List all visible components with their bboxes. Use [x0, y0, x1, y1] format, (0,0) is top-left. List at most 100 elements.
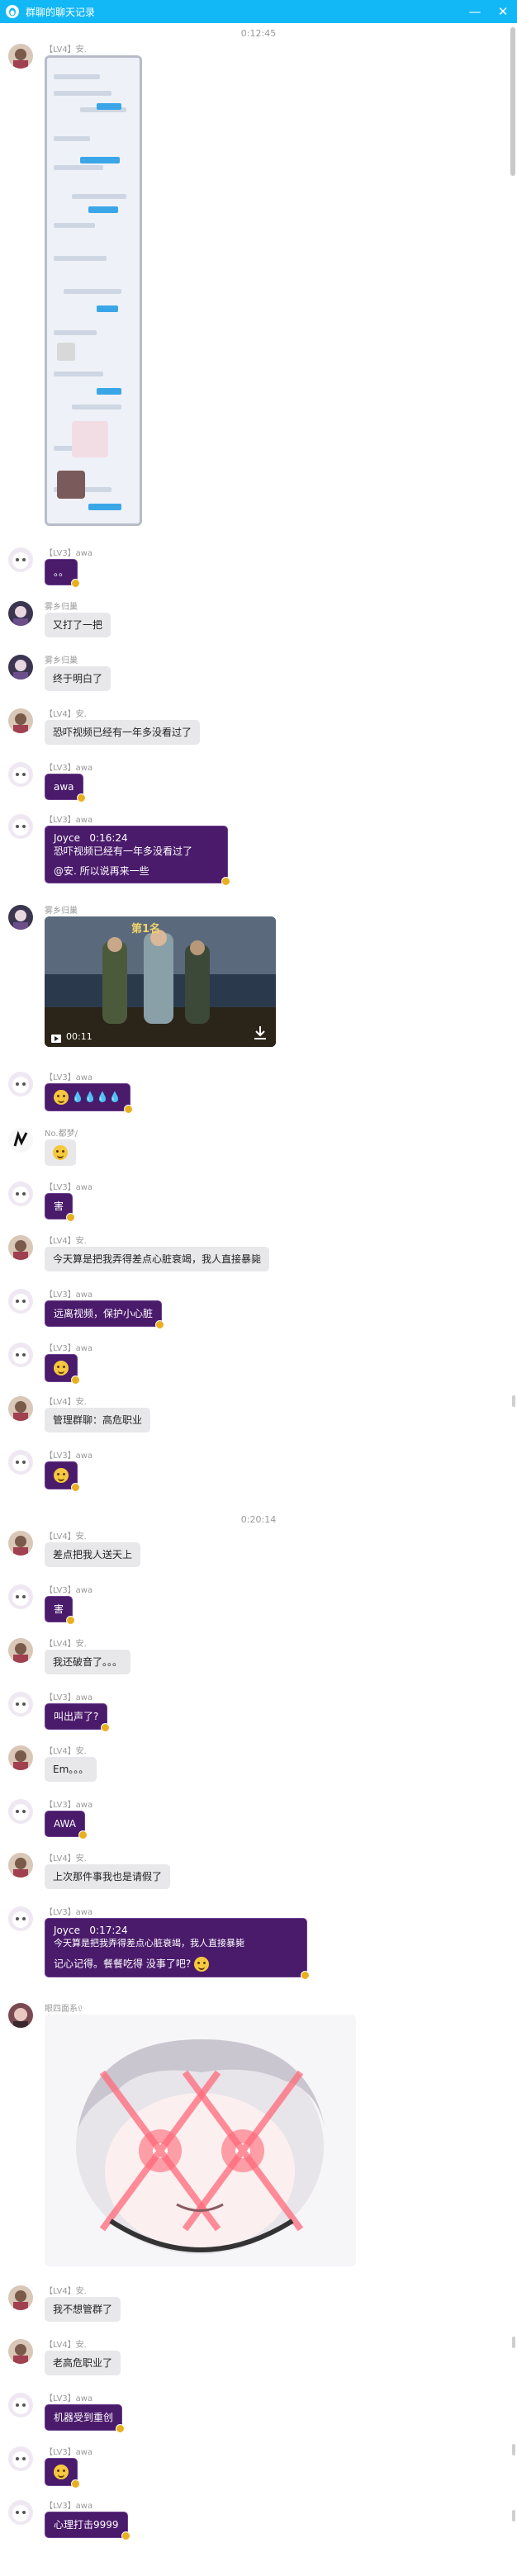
- avatar[interactable]: [8, 2446, 33, 2471]
- video-banner-text: 第1名: [131, 923, 161, 935]
- message-bubble[interactable]: 终于明白了: [45, 666, 111, 691]
- emoji-face-icon: [54, 1468, 69, 1483]
- scrollbar-thumb[interactable]: [510, 27, 515, 176]
- window-titlebar: 群聊的聊天记录 — ✕: [0, 0, 517, 23]
- avatar[interactable]: [8, 1396, 33, 1421]
- message-bubble[interactable]: 机器受到重创: [45, 2404, 126, 2433]
- sender-name: 【LV4】安.: [45, 710, 87, 719]
- avatar[interactable]: [8, 1584, 33, 1609]
- avatar[interactable]: [8, 547, 33, 572]
- quote-reply-bubble[interactable]: Joyce 0:16:24 恐吓视频已经有一年多没看过了 @安. 所以说再来一些: [45, 826, 230, 886]
- message-bubble[interactable]: 心理打击9999: [45, 2512, 130, 2540]
- message-bubble[interactable]: 我还破音了。。。: [45, 1650, 131, 1674]
- avatar[interactable]: [8, 1692, 33, 1717]
- video-message[interactable]: 第1名 00:11: [45, 916, 276, 1047]
- sender-name: No.都梦/: [45, 1129, 78, 1139]
- quoted-text: 今天算是把我弄得差点心脏衰竭，我人直接暴毙: [54, 1938, 244, 1949]
- video-duration: 00:11: [66, 1031, 92, 1042]
- avatar[interactable]: [8, 2393, 33, 2417]
- chat-screenshot-image[interactable]: [45, 55, 142, 526]
- quote-reply-bubble[interactable]: Joyce 0:17:24 今天算是把我弄得差点心脏衰竭，我人直接暴毙 记心记得…: [45, 1918, 310, 1980]
- avatar[interactable]: [8, 601, 33, 626]
- avatar[interactable]: [8, 1638, 33, 1663]
- avatar[interactable]: [8, 814, 33, 839]
- quote-header: Joyce 0:16:24: [54, 832, 128, 844]
- avatar[interactable]: [8, 2285, 33, 2310]
- message-bubble[interactable]: 远离视频，保护小心脏: [45, 1300, 165, 1329]
- play-icon[interactable]: [51, 1031, 61, 1043]
- scroll-marker: [512, 2510, 515, 2522]
- message-bubble[interactable]: 上次那件事我也是请假了: [45, 1864, 171, 1889]
- avatar[interactable]: [8, 905, 33, 930]
- scrollbar[interactable]: [510, 25, 516, 2573]
- message-bubble[interactable]: [45, 1354, 80, 1385]
- avatar[interactable]: [8, 1342, 33, 1367]
- message-bubble[interactable]: awa: [45, 774, 86, 803]
- sender-name: 【LV3】awa: [45, 764, 93, 773]
- avatar[interactable]: [8, 1853, 33, 1878]
- message-bubble[interactable]: 又打了一把: [45, 613, 111, 637]
- avatar[interactable]: [8, 2003, 33, 2028]
- minimize-icon[interactable]: —: [461, 0, 489, 23]
- message-bubble[interactable]: 恐吓视频已经有一年多没看过了: [45, 720, 201, 745]
- avatar[interactable]: [8, 1450, 33, 1475]
- sender-name: 【LV3】awa: [45, 2502, 93, 2511]
- message-bubble[interactable]: Em。。。: [45, 1757, 97, 1782]
- close-icon[interactable]: ✕: [489, 0, 517, 23]
- avatar[interactable]: [8, 1531, 33, 1556]
- sender-name: 【LV3】awa: [45, 1801, 93, 1810]
- sender-name: 雾乡归巢: [45, 603, 78, 612]
- emoji-face-icon: [53, 1145, 68, 1160]
- sender-name: 【LV3】awa: [45, 816, 93, 825]
- message-bubble[interactable]: [45, 1139, 76, 1166]
- sender-name: 【LV4】安.: [45, 1640, 87, 1649]
- avatar[interactable]: [8, 1128, 33, 1153]
- sender-name: 【LV3】awa: [45, 2448, 93, 2457]
- avatar[interactable]: [8, 1289, 33, 1314]
- message-bubble[interactable]: 害: [45, 1596, 76, 1625]
- emoji-face-icon: [54, 1361, 69, 1376]
- message-bubble[interactable]: 。。: [45, 559, 81, 588]
- message-bubble[interactable]: 害: [45, 1193, 76, 1222]
- sender-name: 【LV4】安.: [45, 1747, 87, 1756]
- message-bubble[interactable]: 今天算是把我弄得差点心脏衰竭，我人直接暴毙: [45, 1247, 270, 1271]
- avatar[interactable]: [8, 655, 33, 680]
- emoji-face-icon: [194, 1957, 210, 1972]
- message-bubble[interactable]: 管理群聊：高危职业: [45, 1408, 151, 1432]
- sender-name: 【LV3】awa: [45, 2394, 93, 2403]
- avatar[interactable]: [8, 708, 33, 733]
- avatar[interactable]: [8, 1072, 33, 1096]
- avatar[interactable]: [8, 1235, 33, 1260]
- sticker-image[interactable]: [45, 2015, 356, 2266]
- emoji-face-icon: [54, 2465, 69, 2479]
- window-title: 群聊的聊天记录: [26, 6, 96, 18]
- avatar[interactable]: [8, 2339, 33, 2364]
- message-bubble[interactable]: AWA: [45, 1811, 88, 1840]
- message-text: @安. 所以说再来一些: [54, 865, 149, 877]
- sender-name: 【LV4】安.: [45, 45, 87, 54]
- sender-name: 【LV3】awa: [45, 1693, 93, 1702]
- sender-name: 【LV3】awa: [45, 1908, 93, 1917]
- message-bubble[interactable]: [45, 1461, 80, 1492]
- avatar[interactable]: [8, 762, 33, 787]
- avatar[interactable]: [8, 1799, 33, 1824]
- scroll-marker: [512, 2444, 515, 2455]
- timestamp: 0:12:45: [240, 28, 277, 39]
- message-bubble[interactable]: 叫出声了?: [45, 1703, 111, 1732]
- avatar[interactable]: [8, 1181, 33, 1206]
- avatar[interactable]: [8, 44, 33, 69]
- message-bubble[interactable]: 💧💧💧💧: [45, 1083, 133, 1114]
- download-icon[interactable]: [253, 1025, 268, 1040]
- quote-header: Joyce 0:17:24: [54, 1925, 128, 1936]
- message-bubble[interactable]: 老高危职业了: [45, 2351, 121, 2375]
- avatar[interactable]: [8, 1745, 33, 1770]
- avatar[interactable]: [8, 2500, 33, 2525]
- message-bubble[interactable]: [45, 2458, 80, 2488]
- avatar[interactable]: [8, 1906, 33, 1931]
- message-bubble[interactable]: 我不想管群了: [45, 2297, 121, 2322]
- message-bubble[interactable]: 差点把我人送天上: [45, 1542, 141, 1567]
- qq-penguin-icon: [6, 5, 19, 18]
- sender-name: 【LV4】安.: [45, 1398, 87, 1407]
- chat-history[interactable]: 0:12:45 【LV4】安. 【LV3】awa 。。 雾乡归巢 又打了一把 雾…: [0, 23, 517, 2576]
- sender-name: 【LV3】awa: [45, 1290, 93, 1300]
